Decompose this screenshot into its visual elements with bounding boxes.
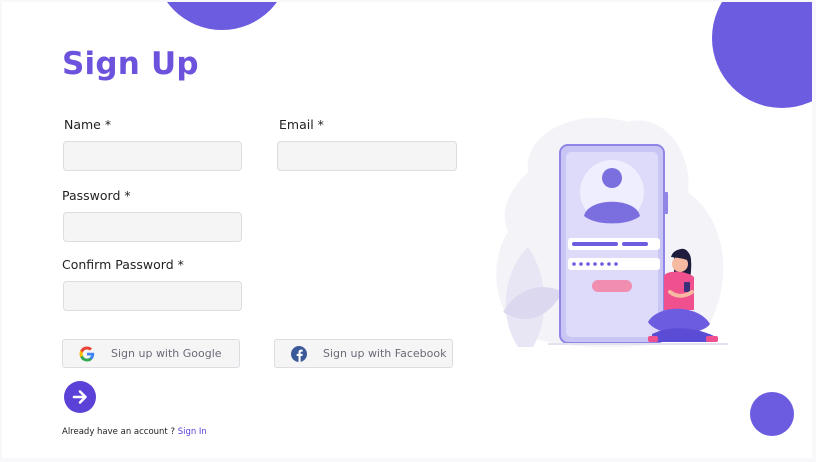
arrow-right-icon (72, 390, 87, 404)
facebook-signup-button[interactable]: Sign up with Facebook (274, 339, 453, 368)
google-signup-label: Sign up with Google (111, 347, 222, 360)
email-label: Email * (279, 117, 324, 132)
signin-prompt-text: Already have an account ? (62, 427, 175, 437)
decor-circle-bottom-right (750, 392, 794, 436)
facebook-icon (291, 345, 307, 362)
decor-circle-top (154, 2, 290, 30)
google-icon (79, 346, 95, 362)
confirm-password-field[interactable] (63, 281, 242, 311)
signup-illustration (496, 117, 728, 348)
submit-button[interactable] (64, 381, 96, 413)
signin-link[interactable]: Sign In (178, 427, 207, 437)
name-field[interactable] (63, 141, 242, 171)
password-field[interactable] (63, 212, 242, 242)
confirm-password-label: Confirm Password * (62, 257, 184, 272)
page-title: Sign Up (62, 46, 199, 82)
signin-prompt: Already have an account ? Sign In (62, 427, 207, 437)
google-signup-button[interactable]: Sign up with Google (62, 339, 240, 368)
name-label: Name * (64, 117, 112, 132)
email-field[interactable] (277, 141, 457, 171)
facebook-signup-label: Sign up with Facebook (323, 347, 447, 360)
decor-circle-top-right (712, 2, 812, 108)
signup-card: Sign Up Name * Email * Password * Confir… (2, 2, 812, 458)
password-label: Password * (62, 188, 131, 203)
